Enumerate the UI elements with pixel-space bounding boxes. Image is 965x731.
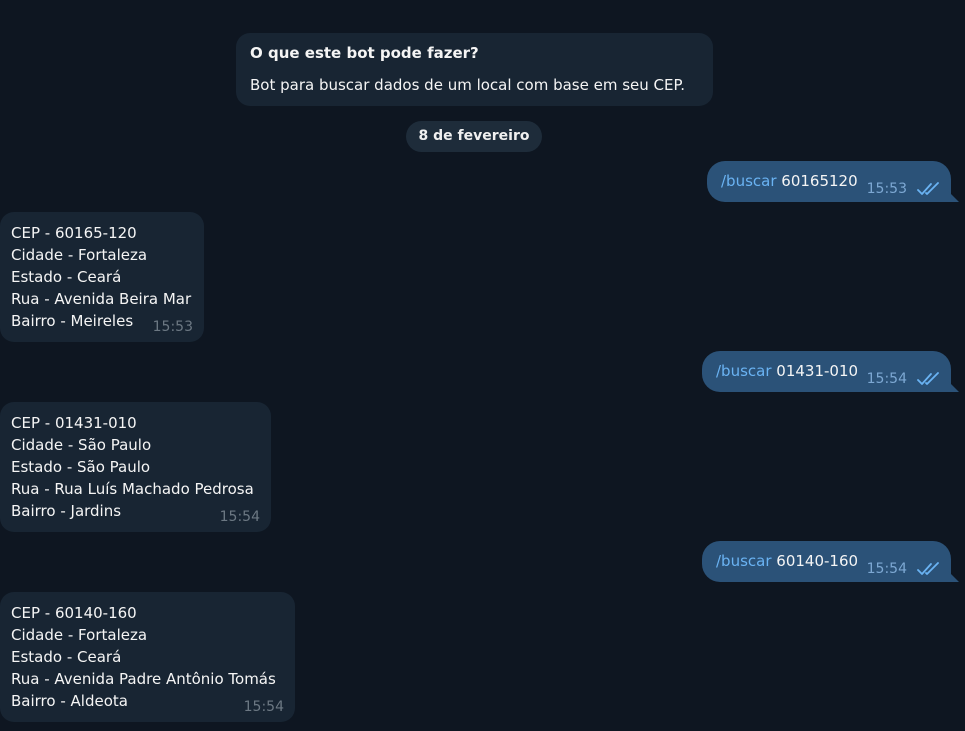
bot-intro-text: Bot para buscar dados de um local com ba… [250, 76, 685, 94]
incoming-message[interactable]: CEP - 60165-120 Cidade - Fortaleza Estad… [0, 212, 204, 342]
message-line: CEP - 60140-160 [11, 604, 137, 622]
message-time: 15:53 [152, 319, 193, 335]
command-argument: 01431-010 [776, 362, 859, 380]
command-argument: 60165120 [781, 172, 858, 190]
outgoing-message[interactable]: /buscar 01431-010 15:54 [702, 351, 959, 392]
message-line: Rua - Avenida Beira Mar [11, 290, 192, 308]
message-line: Estado - Ceará [11, 648, 122, 666]
double-check-icon [917, 372, 939, 385]
bot-intro-title: O que este bot pode fazer? [250, 44, 479, 62]
chat-area: O que este bot pode fazer? Bot para busc… [0, 0, 965, 731]
bubble-tail [947, 570, 959, 582]
message-line: Cidade - Fortaleza [11, 246, 148, 264]
message-time: 15:54 [866, 371, 907, 387]
message-time: 15:53 [866, 181, 907, 197]
message-line: CEP - 60165-120 [11, 224, 137, 242]
message-time: 15:54 [866, 561, 907, 577]
message-line: Rua - Avenida Padre Antônio Tomás [11, 670, 276, 688]
message-time: 15:54 [243, 699, 284, 715]
bubble-tail [947, 190, 959, 202]
command-link[interactable]: /buscar [721, 172, 777, 190]
command-link[interactable]: /buscar [716, 362, 772, 380]
message-line: Rua - Rua Luís Machado Pedrosa [11, 480, 254, 498]
outgoing-message[interactable]: /buscar 60140-160 15:54 [702, 541, 959, 582]
message-line: Cidade - Fortaleza [11, 626, 148, 644]
message-line: Estado - São Paulo [11, 458, 151, 476]
double-check-icon [917, 562, 939, 575]
message-line: Estado - Ceará [11, 268, 122, 286]
command-argument: 60140-160 [776, 552, 859, 570]
command-link[interactable]: /buscar [716, 552, 772, 570]
incoming-message[interactable]: CEP - 01431-010 Cidade - São Paulo Estad… [0, 402, 271, 532]
message-line: Cidade - São Paulo [11, 436, 152, 454]
message-line: CEP - 01431-010 [11, 414, 137, 432]
message-time: 15:54 [219, 509, 260, 525]
incoming-message[interactable]: CEP - 60140-160 Cidade - Fortaleza Estad… [0, 592, 295, 722]
double-check-icon [917, 182, 939, 195]
date-separator: 8 de fevereiro [406, 121, 542, 152]
bubble-tail [947, 380, 959, 392]
outgoing-message[interactable]: /buscar 60165120 15:53 [707, 161, 959, 202]
bot-intro-card: O que este bot pode fazer? Bot para busc… [236, 33, 713, 106]
